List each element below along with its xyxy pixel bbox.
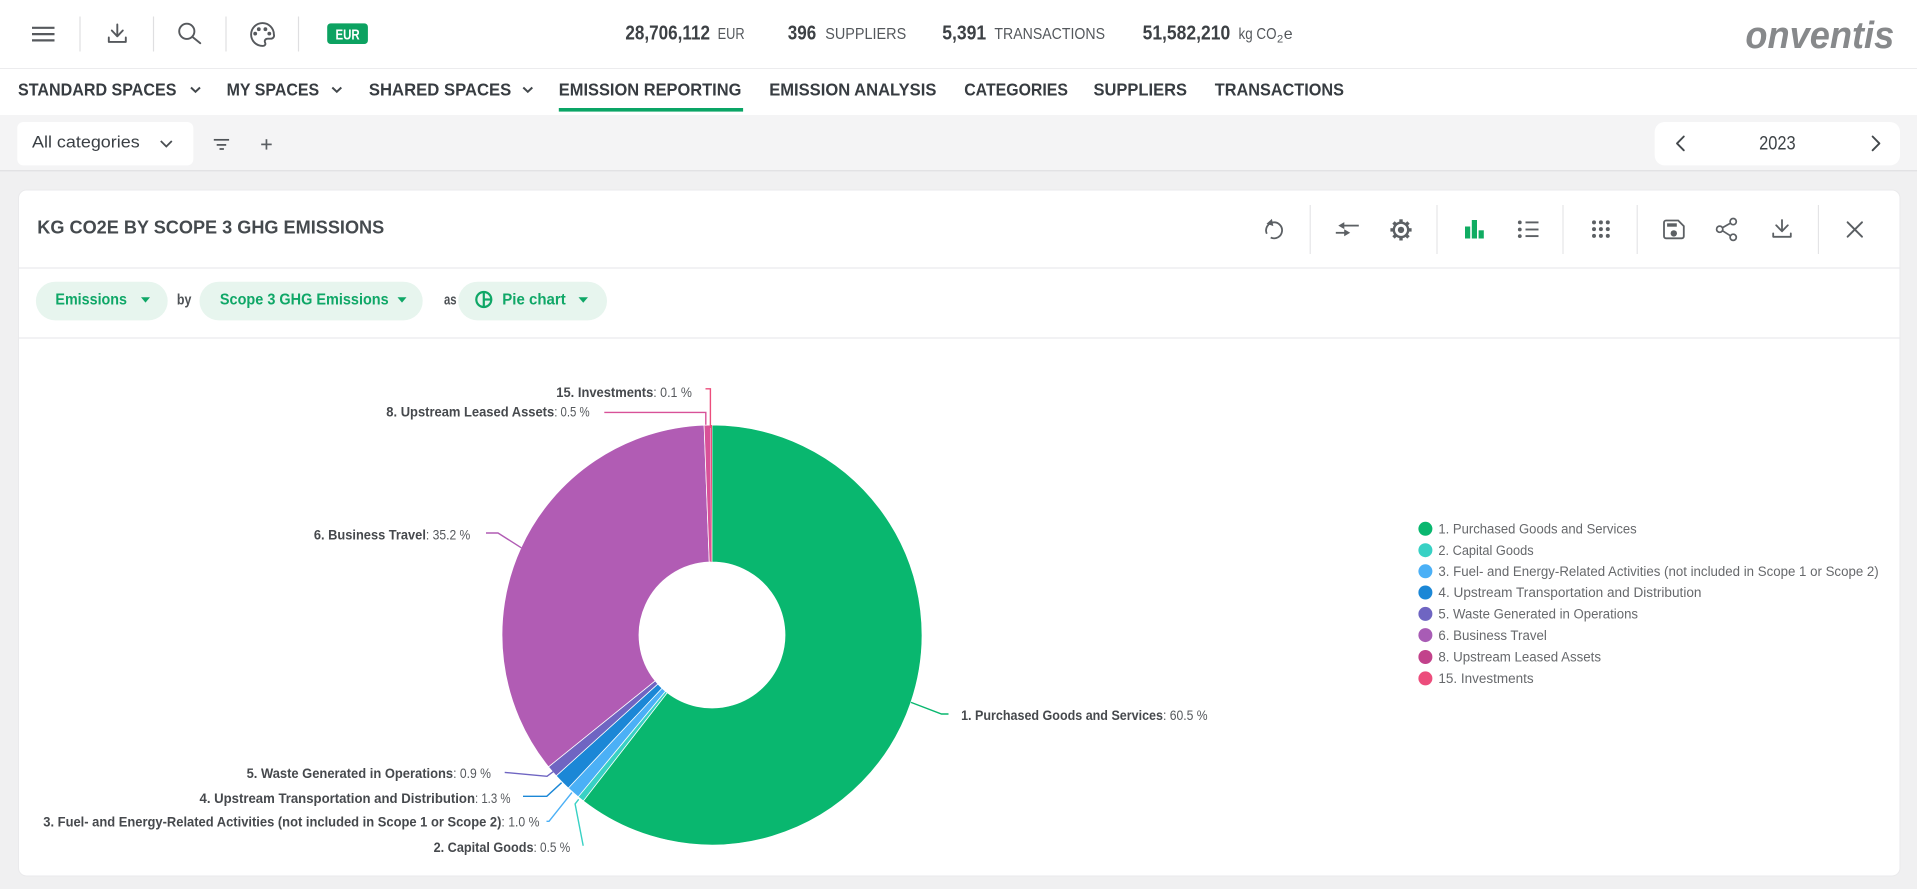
svg-text:: 0.1 %: : 0.1 % xyxy=(653,385,692,400)
svg-text:TRANSACTIONS: TRANSACTIONS xyxy=(1215,79,1344,99)
svg-text:2023: 2023 xyxy=(1759,134,1796,155)
svg-text:5. Waste Generated in Operatio: 5. Waste Generated in Operations xyxy=(1438,607,1638,623)
svg-text:All categories: All categories xyxy=(32,133,140,152)
svg-text:Scope 3 GHG Emissions: Scope 3 GHG Emissions xyxy=(220,291,389,308)
svg-text:EUR: EUR xyxy=(336,26,360,43)
svg-text:SUPPLIERS: SUPPLIERS xyxy=(1094,79,1188,99)
svg-text:e: e xyxy=(1284,26,1293,43)
svg-text:4. Upstream Transportation and: 4. Upstream Transportation and Distribut… xyxy=(200,791,476,806)
svg-text:TRANSACTIONS: TRANSACTIONS xyxy=(994,26,1105,43)
svg-text:3. Fuel- and Energy-Related Ac: 3. Fuel- and Energy-Related Activities (… xyxy=(1438,564,1878,580)
svg-text:6. Business Travel: 6. Business Travel xyxy=(314,528,426,543)
svg-text:2: 2 xyxy=(1277,34,1283,46)
svg-text:4. Upstream Transportation and: 4. Upstream Transportation and Distribut… xyxy=(1438,585,1701,601)
svg-text:KG CO2E BY SCOPE 3 GHG EMISSIO: KG CO2E BY SCOPE 3 GHG EMISSIONS xyxy=(37,217,384,237)
svg-text:8. Upstream Leased Assets: 8. Upstream Leased Assets xyxy=(386,405,554,420)
svg-text:kg CO: kg CO xyxy=(1239,26,1277,43)
svg-text:: 0.5 %: : 0.5 % xyxy=(554,405,590,420)
svg-text:MY SPACES: MY SPACES xyxy=(227,79,320,99)
svg-text:: 1.0 %: : 1.0 % xyxy=(501,815,539,830)
svg-text:: 0.9 %: : 0.9 % xyxy=(453,766,491,781)
svg-text:CATEGORIES: CATEGORIES xyxy=(964,79,1068,99)
svg-text:EUR: EUR xyxy=(718,26,745,43)
svg-text:: 35.2 %: : 35.2 % xyxy=(426,528,470,543)
svg-text:Emissions: Emissions xyxy=(55,291,127,308)
svg-text:51,582,210: 51,582,210 xyxy=(1143,23,1231,45)
svg-text:5,391: 5,391 xyxy=(942,23,986,45)
svg-text:: 60.5 %: : 60.5 % xyxy=(1163,708,1208,723)
svg-text:by: by xyxy=(177,291,192,308)
svg-text:EMISSION REPORTING: EMISSION REPORTING xyxy=(559,79,742,99)
svg-text:396: 396 xyxy=(788,23,816,45)
svg-text:8. Upstream Leased Assets: 8. Upstream Leased Assets xyxy=(1438,650,1601,666)
svg-text:Pie chart: Pie chart xyxy=(502,291,566,308)
svg-text:as: as xyxy=(444,291,457,308)
svg-text:STANDARD SPACES: STANDARD SPACES xyxy=(18,79,177,99)
svg-text:2. Capital Goods: 2. Capital Goods xyxy=(1438,543,1533,559)
svg-text:onventis: onventis xyxy=(1745,15,1894,57)
svg-text:2. Capital Goods: 2. Capital Goods xyxy=(434,840,534,855)
svg-text:6. Business Travel: 6. Business Travel xyxy=(1438,628,1546,644)
svg-text:3. Fuel- and Energy-Related Ac: 3. Fuel- and Energy-Related Activities (… xyxy=(43,815,501,830)
svg-text:: 1.3 %: : 1.3 % xyxy=(475,791,511,806)
svg-text:EMISSION ANALYSIS: EMISSION ANALYSIS xyxy=(769,79,936,99)
svg-text:1. Purchased Goods and Service: 1. Purchased Goods and Services xyxy=(1438,522,1636,538)
svg-text:1. Purchased Goods and Service: 1. Purchased Goods and Services xyxy=(961,708,1163,723)
svg-text:15. Investments: 15. Investments xyxy=(556,385,653,400)
svg-text:28,706,112: 28,706,112 xyxy=(625,23,710,45)
svg-text:5. Waste Generated in Operatio: 5. Waste Generated in Operations xyxy=(247,766,454,781)
svg-text:SUPPLIERS: SUPPLIERS xyxy=(825,26,906,43)
svg-text:: 0.5 %: : 0.5 % xyxy=(534,840,571,855)
svg-text:SHARED SPACES: SHARED SPACES xyxy=(369,79,512,99)
svg-text:15. Investments: 15. Investments xyxy=(1438,671,1533,687)
